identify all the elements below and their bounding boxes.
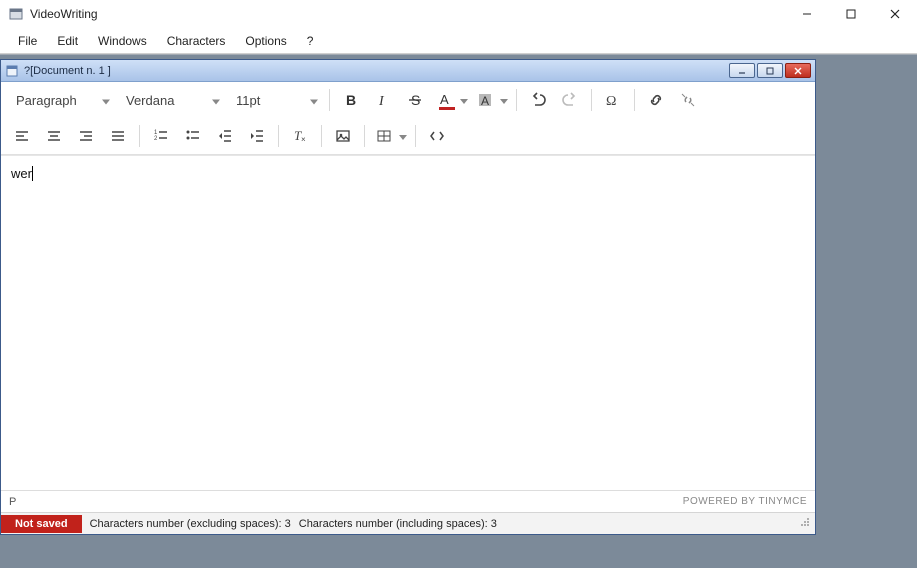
document-title: ?[Document n. 1 ] <box>24 65 729 77</box>
menu-help[interactable]: ? <box>297 30 324 52</box>
align-left-button[interactable] <box>7 122 37 150</box>
editor-toolbar: Paragraph Verdana 11pt B I <box>1 82 815 155</box>
link-button[interactable] <box>641 86 671 114</box>
document-window: ?[Document n. 1 ] Paragraph <box>0 59 816 535</box>
svg-text:2: 2 <box>154 136 158 142</box>
align-right-button[interactable] <box>71 122 101 150</box>
close-button[interactable] <box>873 0 917 28</box>
toolbar-separator <box>139 125 140 147</box>
toolbar-separator <box>415 125 416 147</box>
menubar: File Edit Windows Characters Options ? <box>0 28 917 54</box>
editor-content[interactable]: wer <box>1 155 815 490</box>
image-button[interactable] <box>328 122 358 150</box>
table-button[interactable] <box>371 122 409 150</box>
svg-text:I: I <box>378 94 385 109</box>
chars-incl-spaces: Characters number (including spaces): 3 <box>299 518 497 530</box>
italic-button[interactable]: I <box>368 86 398 114</box>
document-window-controls <box>729 63 811 78</box>
element-path[interactable]: P <box>9 496 683 508</box>
svg-text:Ω: Ω <box>606 94 616 109</box>
chevron-down-icon <box>500 93 508 107</box>
toolbar-separator <box>364 125 365 147</box>
unlink-button[interactable] <box>673 86 703 114</box>
svg-text:A: A <box>481 94 489 108</box>
chevron-down-icon <box>310 93 318 108</box>
doc-minimize-button[interactable] <box>729 63 755 78</box>
main-titlebar: VideoWriting <box>0 0 917 28</box>
numbered-list-button[interactable]: 12 <box>146 122 176 150</box>
menu-file[interactable]: File <box>8 30 47 52</box>
special-character-button[interactable]: Ω <box>598 86 628 114</box>
chars-excl-spaces: Characters number (excluding spaces): 3 <box>90 518 291 530</box>
powered-by-label[interactable]: POWERED BY TINYMCE <box>683 496 807 507</box>
toolbar-separator <box>321 125 322 147</box>
save-state-badge: Not saved <box>1 515 82 533</box>
toolbar-separator <box>278 125 279 147</box>
text-color-button[interactable]: A <box>432 86 470 114</box>
document-titlebar[interactable]: ?[Document n. 1 ] <box>1 60 815 82</box>
app-title: VideoWriting <box>30 7 785 21</box>
redo-button[interactable] <box>555 86 585 114</box>
chevron-down-icon <box>399 129 407 143</box>
chevron-down-icon <box>212 93 220 108</box>
outdent-button[interactable] <box>210 122 240 150</box>
doc-maximize-button[interactable] <box>757 63 783 78</box>
font-family-select[interactable]: Verdana <box>117 86 225 114</box>
font-size-value: 11pt <box>236 93 260 108</box>
minimize-button[interactable] <box>785 0 829 28</box>
block-format-value: Paragraph <box>16 93 77 108</box>
svg-text:A: A <box>440 92 449 107</box>
editor-text: wer <box>11 166 33 181</box>
undo-button[interactable] <box>523 86 553 114</box>
chevron-down-icon <box>460 93 468 107</box>
chevron-down-icon <box>102 93 110 108</box>
mdi-area: ?[Document n. 1 ] Paragraph <box>0 54 917 568</box>
bold-button[interactable]: B <box>336 86 366 114</box>
editor-statusbar: P POWERED BY TINYMCE <box>1 490 815 512</box>
toolbar-separator <box>329 89 330 111</box>
clear-formatting-button[interactable]: T× <box>285 122 315 150</box>
background-color-button[interactable]: A <box>472 86 510 114</box>
align-center-button[interactable] <box>39 122 69 150</box>
menu-windows[interactable]: Windows <box>88 30 157 52</box>
source-code-button[interactable] <box>422 122 452 150</box>
strikethrough-button[interactable]: S <box>400 86 430 114</box>
window-controls <box>785 0 917 28</box>
font-family-value: Verdana <box>126 93 174 108</box>
toolbar-row-2: 12 T× <box>1 118 815 154</box>
bottom-statusbar: Not saved Characters number (excluding s… <box>1 512 815 534</box>
doc-close-button[interactable] <box>785 63 811 78</box>
app-icon <box>8 6 24 22</box>
align-justify-button[interactable] <box>103 122 133 150</box>
menu-characters[interactable]: Characters <box>157 30 236 52</box>
maximize-button[interactable] <box>829 0 873 28</box>
svg-text:×: × <box>301 135 306 144</box>
bullet-list-button[interactable] <box>178 122 208 150</box>
text-color-swatch <box>439 107 455 110</box>
indent-button[interactable] <box>242 122 272 150</box>
toolbar-separator <box>591 89 592 111</box>
menu-edit[interactable]: Edit <box>47 30 88 52</box>
svg-text:B: B <box>346 92 356 108</box>
toolbar-separator <box>516 89 517 111</box>
resize-grip-icon[interactable] <box>799 516 811 531</box>
block-format-select[interactable]: Paragraph <box>7 86 115 114</box>
document-icon <box>5 64 19 78</box>
toolbar-row-1: Paragraph Verdana 11pt B I <box>1 82 815 118</box>
font-size-select[interactable]: 11pt <box>227 86 323 114</box>
menu-options[interactable]: Options <box>235 30 296 52</box>
toolbar-separator <box>634 89 635 111</box>
